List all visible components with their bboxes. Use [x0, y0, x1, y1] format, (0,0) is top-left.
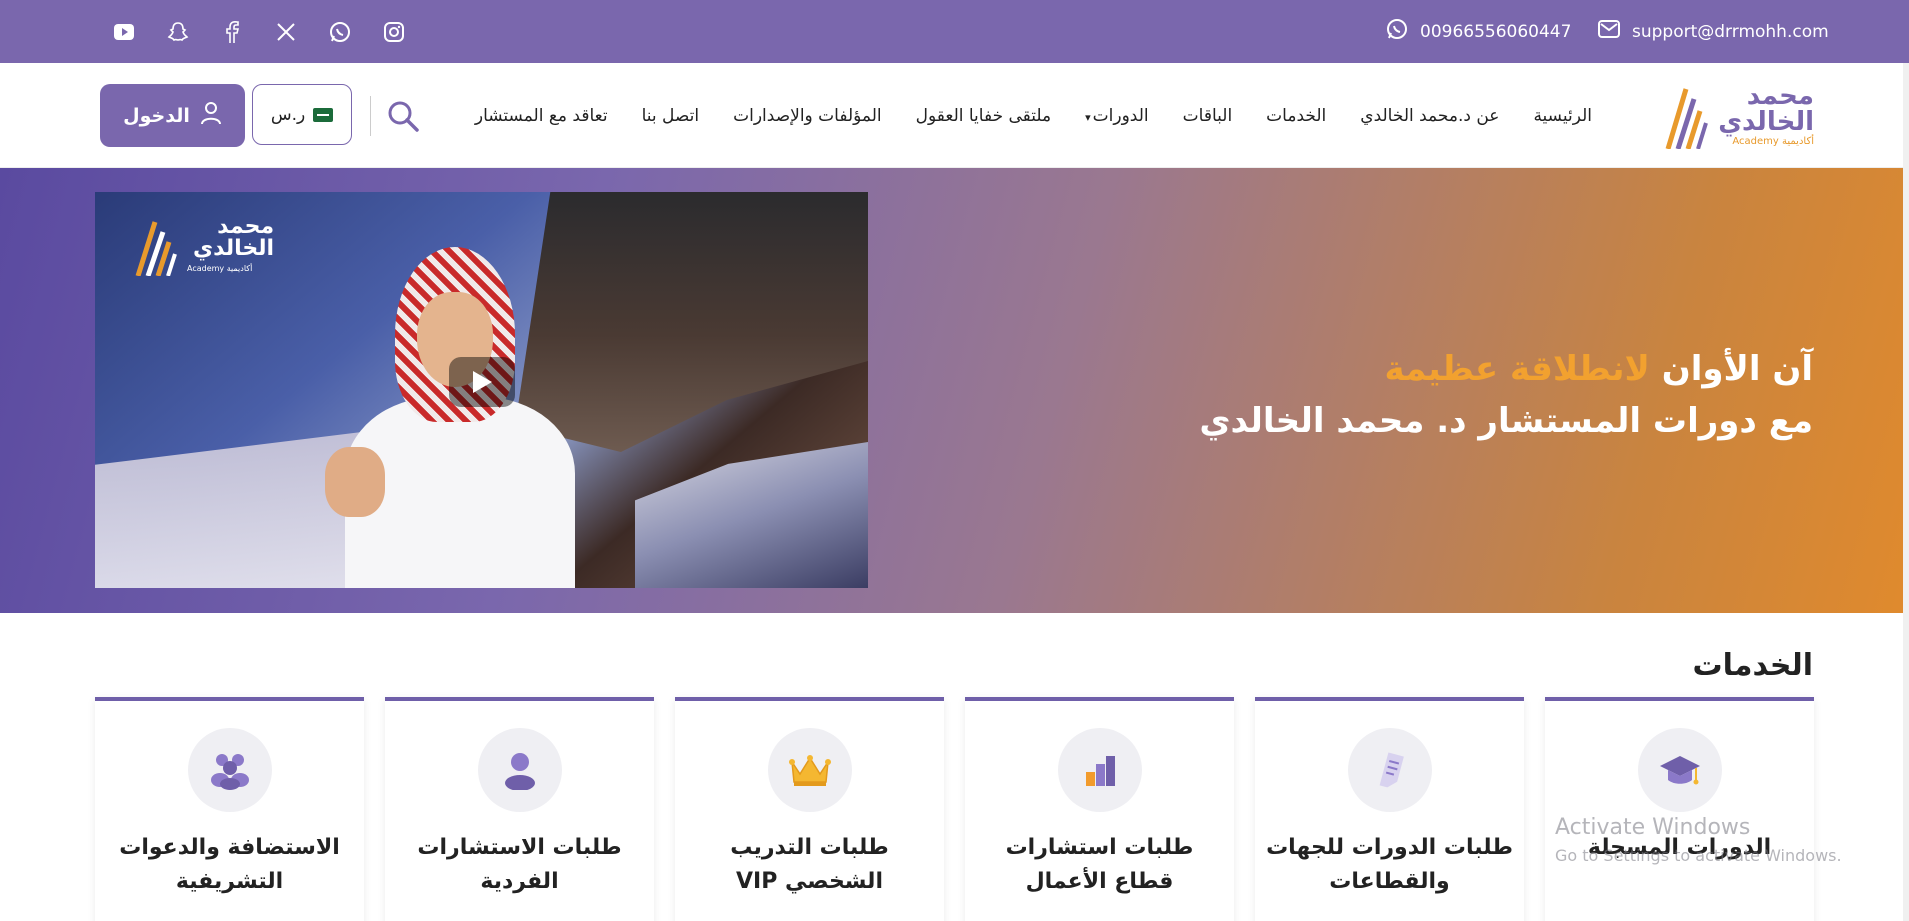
youtube-icon[interactable] — [112, 20, 136, 44]
email-text: support@drrmohh.com — [1632, 21, 1829, 42]
login-label: الدخول — [123, 104, 190, 127]
logo-subtitle: Academy أكاديمية — [1732, 136, 1814, 147]
currency-selector[interactable]: ر.س — [252, 84, 352, 145]
crown-icon — [767, 728, 852, 812]
hero-banner: آن الأوان لانطلاقة عظيمة مع دورات المستش… — [0, 168, 1909, 613]
nav-divider — [370, 96, 371, 136]
search-button[interactable] — [386, 99, 420, 133]
nav-item-courses[interactable]: الدورات▾ — [1068, 106, 1166, 126]
vertical-scrollbar[interactable] — [1903, 63, 1909, 921]
nav-item-packages[interactable]: الباقات — [1166, 106, 1250, 126]
watermark-line-2: Go to Settings to activate Windows. — [1555, 846, 1842, 865]
currency-label: ر.س — [270, 104, 306, 125]
caret-down-icon: ▾ — [1085, 110, 1091, 124]
hero-line-1: آن الأوان لانطلاقة عظيمة — [1384, 349, 1813, 389]
nav-item-publications[interactable]: المؤلفات والإصدارات — [716, 106, 899, 126]
facebook-icon[interactable] — [220, 20, 244, 44]
video-logo: محمد الخالدي Academy أكاديمية — [135, 214, 275, 276]
group-icon — [187, 728, 272, 812]
service-card-individual-consult[interactable]: طلبات الاستشارات الفردية — [385, 697, 654, 921]
nav-item-courses-label: الدورات — [1092, 105, 1149, 126]
document-icon — [1347, 728, 1432, 812]
site-logo[interactable]: محمد الخالدي Academy أكاديمية — [1664, 81, 1814, 151]
service-card-label: طلبات التدريب الشخصي VIP — [730, 835, 889, 894]
nav-item-contract[interactable]: تعاقد مع المستشار — [458, 106, 625, 126]
hero-line-2: مع دورات المستشار د. محمد الخالدي — [1199, 401, 1813, 441]
service-card-business-consult[interactable]: طلبات استشارات قطاع الأعمال — [965, 697, 1234, 921]
person-icon — [477, 728, 562, 812]
video-logo-mark-icon — [135, 221, 177, 276]
search-icon — [388, 101, 419, 132]
services-title: الخدمات — [1692, 648, 1813, 683]
nav-menu: الرئيسية عن د.محمد الخالدي الخدمات الباق… — [458, 63, 1609, 168]
service-card-label: طلبات الدورات للجهات والقطاعات — [1266, 835, 1513, 894]
x-icon[interactable] — [274, 20, 298, 44]
windows-activation-watermark: Activate Windows Go to Settings to activ… — [1555, 815, 1842, 865]
video-play-button[interactable] — [449, 357, 515, 407]
login-button[interactable]: الدخول — [100, 84, 245, 147]
nav-item-about[interactable]: عن د.محمد الخالدي — [1343, 106, 1516, 126]
bar-chart-icon — [1057, 728, 1142, 812]
service-card-label: الاستضافة والدعوات التشريفية — [119, 835, 340, 894]
service-card-org-courses[interactable]: طلبات الدورات للجهات والقطاعات — [1255, 697, 1524, 921]
service-card-vip-training[interactable]: طلبات التدريب الشخصي VIP — [675, 697, 944, 921]
video-presenter-image — [325, 247, 575, 588]
hero-video[interactable]: محمد الخالدي Academy أكاديمية — [95, 192, 868, 588]
graduation-cap-icon — [1637, 728, 1722, 812]
nav-item-forum[interactable]: ملتقى خفايا العقول — [899, 106, 1068, 126]
hero-heading: آن الأوان لانطلاقة عظيمة مع دورات المستش… — [1199, 343, 1813, 447]
main-navbar: محمد الخالدي Academy أكاديمية الرئيسية ع… — [0, 63, 1909, 168]
snapchat-icon[interactable] — [166, 20, 190, 44]
whatsapp-icon[interactable] — [328, 20, 352, 44]
watermark-line-1: Activate Windows — [1555, 815, 1751, 840]
hero-accent-text: لانطلاقة عظيمة — [1384, 349, 1650, 389]
instagram-icon[interactable] — [382, 20, 406, 44]
social-links — [112, 0, 406, 63]
service-card-label: طلبات استشارات قطاع الأعمال — [1005, 835, 1194, 894]
saudi-flag-icon — [313, 107, 334, 122]
service-card-hosting[interactable]: الاستضافة والدعوات التشريفية — [95, 697, 364, 921]
phone-contact[interactable]: 00966556060447 — [1386, 0, 1571, 63]
mail-icon — [1598, 20, 1620, 43]
nav-item-contact[interactable]: اتصل بنا — [625, 106, 717, 126]
top-contact-bar: support@drrmohh.com 00966556060447 — [0, 0, 1909, 63]
whatsapp-icon — [1386, 18, 1408, 45]
service-card-label: طلبات الاستشارات الفردية — [417, 835, 622, 894]
service-card-recorded-courses[interactable]: الدورات المسجلة — [1545, 697, 1814, 921]
play-icon — [473, 371, 492, 393]
user-icon — [200, 101, 222, 130]
services-cards: الاستضافة والدعوات التشريفية طلبات الاست… — [95, 697, 1814, 921]
nav-item-services[interactable]: الخدمات — [1249, 106, 1343, 126]
logo-mark-icon — [1665, 88, 1708, 149]
email-contact[interactable]: support@drrmohh.com — [1598, 0, 1829, 63]
nav-item-home[interactable]: الرئيسية — [1516, 106, 1609, 126]
logo-text: محمد الخالدي — [1718, 81, 1814, 137]
phone-text: 00966556060447 — [1420, 21, 1572, 42]
